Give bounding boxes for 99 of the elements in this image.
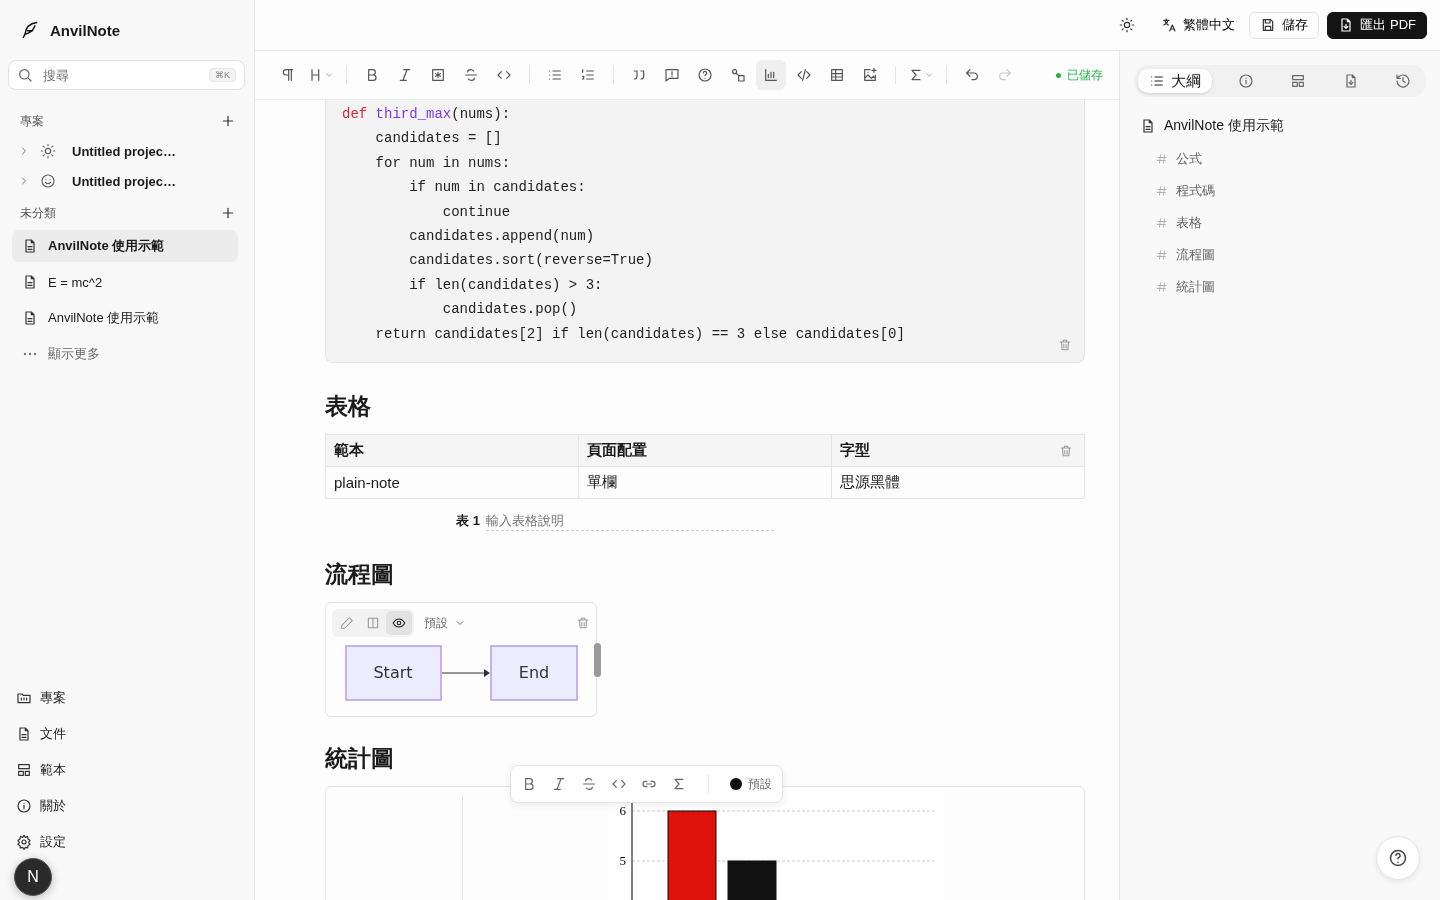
smiley-icon xyxy=(40,173,56,189)
language-button[interactable]: 繁體中文 xyxy=(1155,15,1242,35)
section-title: 專案 xyxy=(20,112,44,130)
layout-icon xyxy=(1290,73,1306,89)
outline-item[interactable]: 公式 xyxy=(1134,143,1426,175)
code-line: if len(candidates) > 3: xyxy=(408,275,603,295)
hash-icon xyxy=(1156,217,1168,229)
hash-icon xyxy=(1156,281,1168,293)
document-item[interactable]: AnvilNote 使用示範 xyxy=(12,302,238,334)
show-more-link[interactable]: 顯示更多 xyxy=(12,338,238,370)
document-icon xyxy=(22,238,38,254)
axis-tick-label: 5 xyxy=(619,853,626,869)
columns-icon xyxy=(366,616,380,631)
delete-icon[interactable] xyxy=(576,616,590,631)
pencil-icon xyxy=(340,616,354,631)
nav-item[interactable]: 專案 xyxy=(8,680,242,716)
table-header-cell: 字型 xyxy=(831,434,1085,467)
help-icon xyxy=(1388,848,1408,868)
sigma-icon[interactable] xyxy=(671,776,687,792)
code-line: def third_max(nums): xyxy=(342,105,511,124)
history-icon xyxy=(1395,73,1411,89)
document-icon xyxy=(1140,118,1156,134)
caption-field[interactable]: 輸入表格說明 xyxy=(485,511,774,532)
hash-icon xyxy=(1156,153,1168,165)
color-picker[interactable]: 預設 xyxy=(730,775,772,793)
table-header-cell: 頁面配置 xyxy=(578,434,832,467)
section-title: 未分類 xyxy=(20,204,56,222)
flow-node: End xyxy=(490,645,578,701)
translate-icon xyxy=(1161,17,1178,33)
add-icon[interactable] xyxy=(220,113,236,129)
shortcut-badge: ⌘K xyxy=(209,68,236,82)
table-cell: plain-note xyxy=(325,466,579,499)
nav-item[interactable]: 設定 xyxy=(8,824,242,860)
flow-arrow xyxy=(441,669,490,678)
bar-chart-button[interactable] xyxy=(756,60,786,90)
avatar[interactable]: N xyxy=(14,858,52,896)
resize-handle[interactable] xyxy=(594,643,601,678)
sun-icon xyxy=(40,143,56,159)
project-item[interactable]: Untitled projec… xyxy=(8,136,242,166)
settings-icon xyxy=(16,834,32,850)
outline-item[interactable]: 程式碼 xyxy=(1134,175,1426,207)
eye-icon xyxy=(392,616,406,631)
search-input[interactable]: 搜尋 xyxy=(41,66,201,84)
caption-label: 表 1 xyxy=(456,512,480,531)
eye-button[interactable] xyxy=(386,611,412,636)
section-heading: 統計圖 xyxy=(325,744,394,774)
table-header-cell: 範本 xyxy=(325,434,579,467)
document-item[interactable]: E = mc^2 xyxy=(12,266,238,298)
code-line: if num in candidates: xyxy=(408,178,586,198)
document-icon xyxy=(16,726,32,742)
sun-icon[interactable] xyxy=(1119,17,1136,33)
outline-document[interactable]: AnvilNote 使用示範 xyxy=(1140,117,1426,135)
flow-node: Start xyxy=(345,645,442,701)
more-icon xyxy=(23,352,37,356)
outline-item[interactable]: 統計圖 xyxy=(1134,271,1426,303)
code-line: candidates = [] xyxy=(374,129,502,149)
layout-icon xyxy=(16,762,32,778)
document-icon xyxy=(22,274,38,290)
hash-icon xyxy=(1156,185,1168,197)
nav-item[interactable]: 範本 xyxy=(8,752,242,788)
export-pdf-button[interactable]: 匯出 PDF xyxy=(1327,11,1427,39)
folder-icon xyxy=(16,690,32,706)
save-button[interactable]: 儲存 xyxy=(1249,11,1320,39)
delete-icon[interactable] xyxy=(1058,338,1072,353)
code-line: candidates.sort(reverse=True) xyxy=(408,251,653,271)
code-line: candidates.append(num) xyxy=(408,227,595,247)
theme-dropdown[interactable]: 預設 xyxy=(424,614,466,632)
save-status: 已儲存 xyxy=(1056,66,1103,84)
outline-item[interactable]: 流程圖 xyxy=(1134,239,1426,271)
search-icon xyxy=(17,67,33,83)
document-icon xyxy=(22,310,38,326)
table-cell: 單欄 xyxy=(578,466,832,499)
info-icon xyxy=(16,798,32,814)
feather-logo-icon xyxy=(20,20,40,40)
section-heading: 表格 xyxy=(325,392,371,422)
italic-icon[interactable] xyxy=(551,776,567,792)
hash-icon xyxy=(1156,249,1168,261)
add-icon[interactable] xyxy=(220,205,236,221)
outline-item[interactable]: 表格 xyxy=(1134,207,1426,239)
code-line: for num in nums: xyxy=(374,153,511,173)
outline-tab[interactable]: 大綱 xyxy=(1138,69,1212,93)
app-name: AnvilNote xyxy=(50,21,120,39)
help-button[interactable] xyxy=(1376,836,1420,880)
document-item[interactable]: AnvilNote 使用示範 xyxy=(12,230,238,262)
code-line: continue xyxy=(441,202,511,222)
axis-tick-label: 6 xyxy=(619,803,626,819)
delete-icon[interactable] xyxy=(1059,444,1073,459)
code-line: candidates.pop() xyxy=(441,300,578,320)
list-icon xyxy=(1149,73,1165,89)
caret-icon xyxy=(324,70,334,80)
table-cell: 思源黑體 xyxy=(831,466,1085,499)
info-icon xyxy=(1237,73,1254,89)
section-heading: 流程圖 xyxy=(325,560,394,590)
strikethrough-icon[interactable] xyxy=(581,776,597,792)
nav-item[interactable]: 關於 xyxy=(8,788,242,824)
code-line: return candidates[2] if len(candidates) == 3 else candidates[0] xyxy=(374,324,905,344)
nav-item[interactable]: 文件 xyxy=(8,716,242,752)
caret-icon xyxy=(924,70,934,80)
project-item[interactable]: Untitled projec… xyxy=(8,166,242,196)
